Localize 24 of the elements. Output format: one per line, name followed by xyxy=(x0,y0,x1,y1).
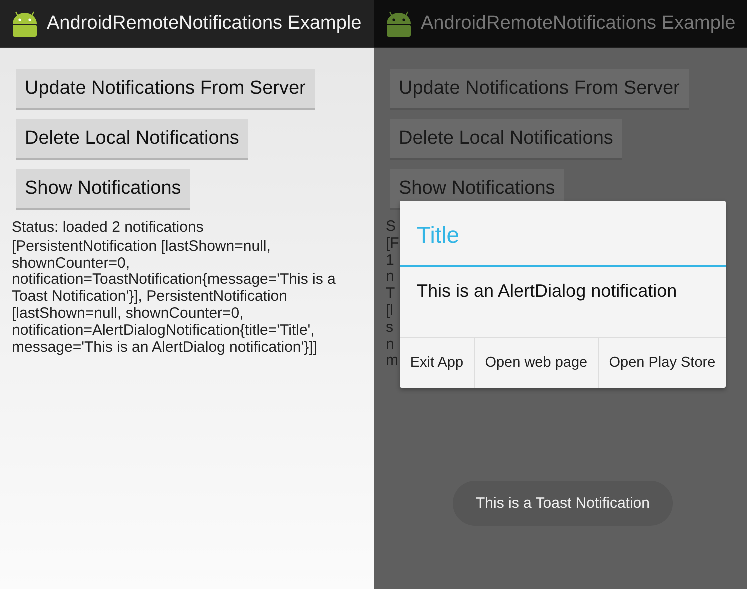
dialog-title: Title xyxy=(400,201,726,267)
partial-text: n xyxy=(386,269,396,286)
app-title: AndroidRemoteNotifications Example xyxy=(421,12,736,34)
dialog-button[interactable]: Exit App xyxy=(400,338,474,388)
toast-message: This is a Toast Notification xyxy=(453,481,673,526)
partial-text: [l xyxy=(386,302,394,320)
partial-text: T xyxy=(386,286,396,303)
partial-text: n xyxy=(386,336,396,354)
dialog-message: This is an AlertDialog notification xyxy=(416,280,678,303)
action-button[interactable]: Update Notifications From Server xyxy=(16,69,315,110)
app-title: AndroidRemoteNotifications Example xyxy=(47,12,362,34)
partial-text: m xyxy=(386,353,400,370)
partial-text: 1 xyxy=(386,252,396,270)
status-text: Status: loaded 2 notifications xyxy=(12,220,204,237)
action-button[interactable]: Delete Local Notifications xyxy=(16,119,248,160)
partial-text: [F xyxy=(386,236,400,253)
dialog-button[interactable]: Open Play Store xyxy=(598,338,726,388)
dialog-button[interactable]: Open web page xyxy=(474,338,598,388)
partial-text: s xyxy=(386,320,394,337)
android-robot-icon xyxy=(385,10,413,38)
partial-text: S xyxy=(386,219,398,236)
action-button[interactable]: Show Notifications xyxy=(16,169,190,210)
notifications-text: [PersistentNotification [lastShown=null, shownCounter=0, notification=ToastNotification{message='This is a Toast Notification'}], PersistentNotification [lastShown=null, shownCounter=0, notification=AlertDialogNotification{title='Title', message='This is an AlertDialog notification'}]] xyxy=(12,238,337,356)
android-robot-icon xyxy=(11,10,39,38)
